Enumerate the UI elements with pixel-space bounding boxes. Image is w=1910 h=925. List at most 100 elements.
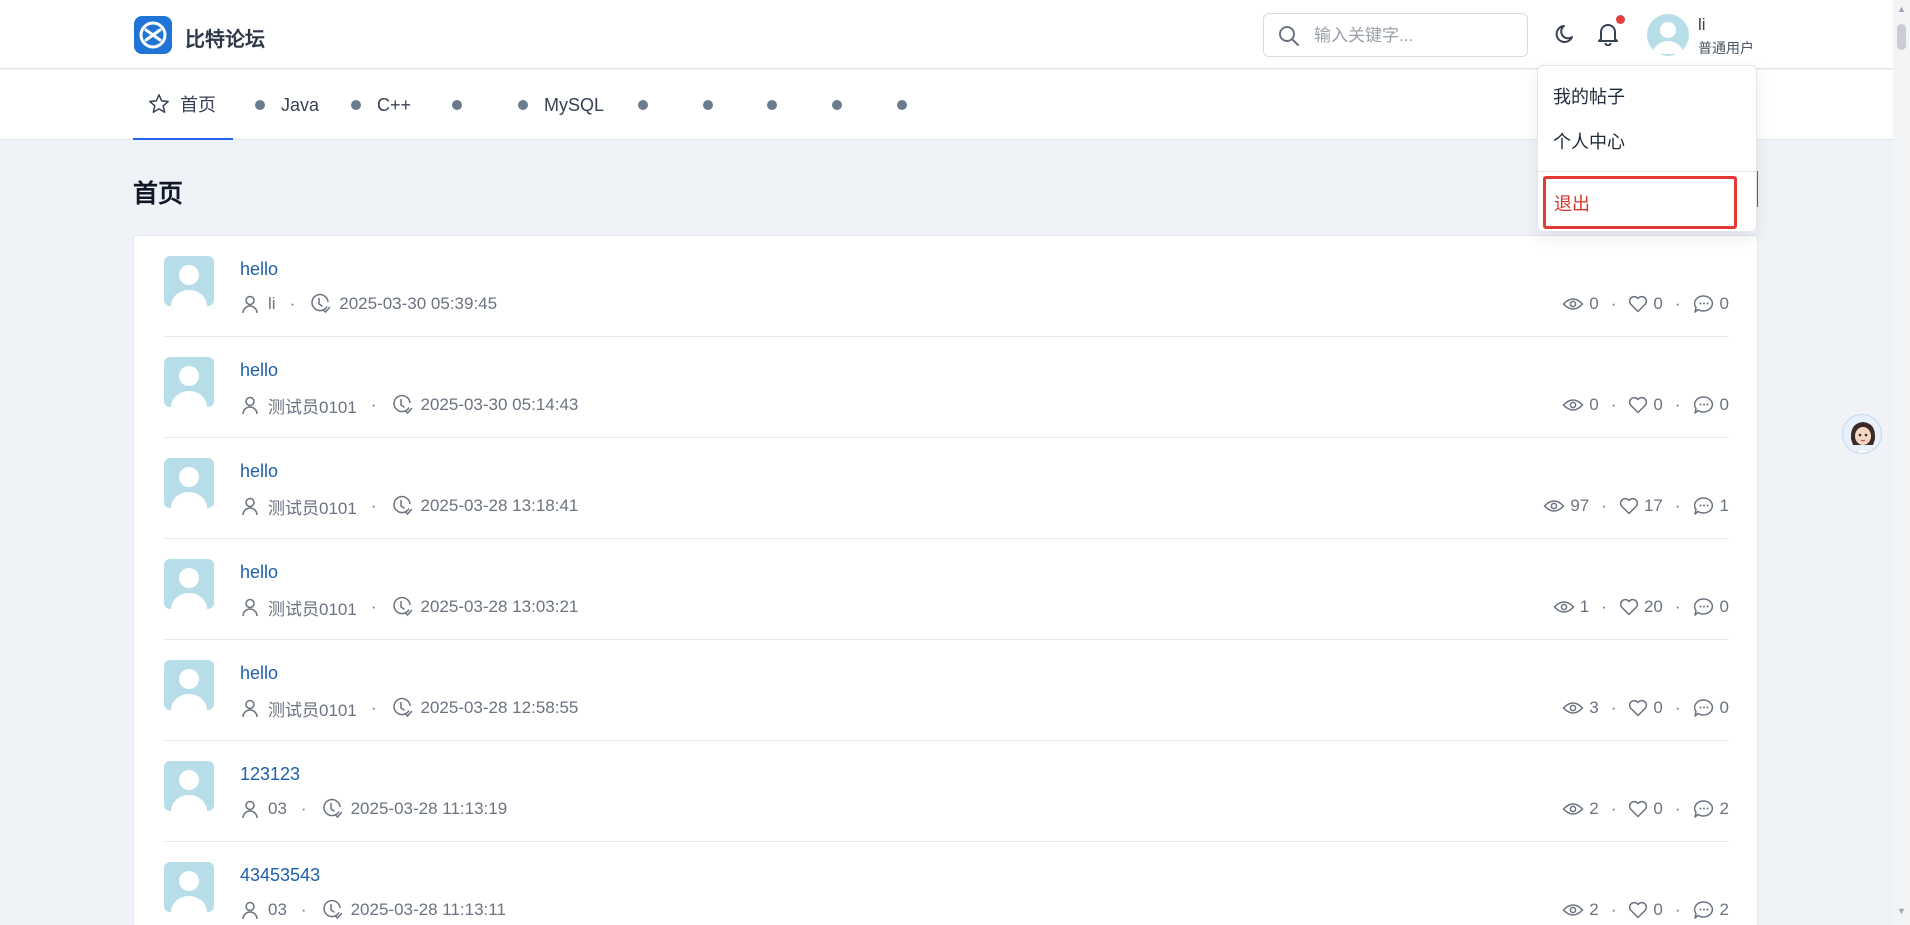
heart-icon[interactable] (1628, 396, 1648, 414)
dot-icon (351, 100, 361, 110)
dot-icon (255, 100, 265, 110)
heart-icon[interactable] (1628, 800, 1648, 818)
scroll-up-icon[interactable]: ▲ (1897, 4, 1906, 14)
comment-icon[interactable] (1693, 698, 1715, 718)
user-role: 普通用户 (1698, 40, 1754, 56)
forum-logo[interactable] (134, 16, 172, 54)
post-title[interactable]: 43453543 (240, 865, 320, 886)
comment-count: 0 (1719, 698, 1729, 717)
post-title[interactable]: 123123 (240, 764, 300, 785)
clock-icon (392, 394, 412, 415)
post-author[interactable]: li (268, 294, 276, 314)
author-avatar[interactable] (164, 761, 214, 811)
post-title[interactable]: hello (240, 562, 278, 583)
post-author[interactable]: 测试员0101 (268, 393, 357, 418)
user-icon (242, 497, 258, 516)
heart-icon[interactable] (1628, 901, 1648, 919)
scroll-down-icon[interactable]: ▼ (1897, 906, 1906, 916)
post-meta: 测试员0101 · 2025-03-28 13:03:21 (240, 595, 578, 619)
post-meta: 03 · 2025-03-28 11:13:19 (240, 797, 507, 821)
post-title[interactable]: hello (240, 461, 278, 482)
post-author[interactable]: 测试员0101 (268, 494, 357, 519)
post-item[interactable]: hello 测试员0101 · 2025-03-28 13:18:41 97 · (164, 438, 1729, 539)
post-item[interactable]: hello 测试员0101 · 2025-03-30 05:14:43 0 · (164, 337, 1729, 438)
assistant-avatar-button[interactable] (1842, 414, 1882, 454)
post-author[interactable]: 03 (268, 799, 287, 819)
heart-icon[interactable] (1619, 497, 1639, 515)
heart-icon[interactable] (1628, 295, 1648, 313)
view-count: 0 (1589, 294, 1599, 313)
menu-item-my-posts[interactable]: 我的帖子 (1553, 83, 1625, 109)
post-time: 2025-03-30 05:14:43 (420, 395, 579, 414)
dot-icon (832, 100, 842, 110)
author-avatar[interactable] (164, 559, 214, 609)
heart-icon[interactable] (1619, 598, 1639, 616)
search-input[interactable] (1314, 23, 1514, 49)
nav-tab-home[interactable]: 首页 (133, 70, 233, 140)
user-avatar[interactable] (1647, 14, 1689, 56)
nav-tab-4[interactable] (452, 70, 478, 140)
author-avatar[interactable] (164, 357, 214, 407)
nav-tab-label: MySQL (544, 94, 605, 115)
star-icon (149, 94, 169, 113)
comment-icon[interactable] (1693, 294, 1715, 314)
comment-count: 0 (1719, 395, 1729, 414)
post-title[interactable]: hello (240, 360, 278, 381)
user-icon (242, 396, 258, 415)
nav-tab-6[interactable] (638, 70, 664, 140)
author-avatar[interactable] (164, 458, 214, 508)
post-item[interactable]: hello 测试员0101 · 2025-03-28 12:58:55 3 · (164, 640, 1729, 741)
heart-icon[interactable] (1628, 699, 1648, 717)
author-avatar[interactable] (164, 862, 214, 912)
post-item[interactable]: hello 测试员0101 · 2025-03-28 13:03:21 1 · (164, 539, 1729, 640)
nav-tab-label: 首页 (180, 95, 216, 115)
comment-icon[interactable] (1693, 395, 1715, 415)
comment-count: 0 (1719, 294, 1729, 313)
view-count: 2 (1589, 900, 1599, 919)
post-item[interactable]: 123123 03 · 2025-03-28 11:13:19 2 · 0 · … (164, 741, 1729, 842)
post-title[interactable]: hello (240, 259, 278, 280)
post-author[interactable]: 03 (268, 900, 287, 920)
bell-icon[interactable] (1597, 22, 1619, 46)
nav-tab-label: C++ (377, 94, 412, 115)
moon-icon[interactable] (1555, 23, 1577, 45)
nav-tab-cpp[interactable]: C++ (351, 70, 411, 140)
like-count: 17 (1643, 496, 1663, 515)
post-author[interactable]: 测试员0101 (268, 696, 357, 721)
dot-icon (767, 100, 777, 110)
page-scrollbar[interactable] (1893, 0, 1910, 925)
eye-icon (1553, 601, 1575, 613)
post-item[interactable]: 43453543 03 · 2025-03-28 11:13:11 2 · 0 … (164, 842, 1729, 925)
menu-item-profile[interactable]: 个人中心 (1553, 128, 1625, 154)
post-time: 2025-03-28 13:03:21 (420, 597, 579, 616)
scrollbar-thumb[interactable] (1897, 24, 1906, 50)
menu-item-logout[interactable]: 退出 (1543, 176, 1737, 229)
post-stats: 0 · 0 · 0 (1562, 393, 1729, 417)
post-stats: 2 · 0 · 2 (1562, 898, 1729, 922)
nav-tab-mysql[interactable]: MySQL (518, 70, 604, 140)
comment-icon[interactable] (1693, 496, 1715, 516)
search-box[interactable] (1263, 13, 1528, 57)
author-avatar[interactable] (164, 660, 214, 710)
comment-count: 0 (1719, 597, 1729, 616)
view-count: 3 (1589, 698, 1599, 717)
post-meta: li · 2025-03-30 05:39:45 (240, 292, 497, 316)
nav-tab-8[interactable] (767, 70, 793, 140)
comment-icon[interactable] (1693, 900, 1715, 920)
post-title[interactable]: hello (240, 663, 278, 684)
brand-name[interactable]: 比特论坛 (185, 23, 265, 52)
post-author[interactable]: 测试员0101 (268, 595, 357, 620)
author-avatar[interactable] (164, 256, 214, 306)
comment-icon[interactable] (1693, 799, 1715, 819)
eye-icon (1543, 500, 1565, 512)
comment-icon[interactable] (1693, 597, 1715, 617)
user-name[interactable]: li (1698, 15, 1706, 35)
post-time: 2025-03-30 05:39:45 (339, 294, 498, 313)
clock-icon (322, 899, 342, 920)
user-icon (242, 699, 258, 718)
nav-tab-java[interactable]: Java (255, 70, 319, 140)
nav-tab-7[interactable] (703, 70, 729, 140)
post-item[interactable]: hello li · 2025-03-30 05:39:45 0 · 0 · 0 (164, 236, 1729, 337)
nav-tab-10[interactable] (897, 70, 923, 140)
nav-tab-9[interactable] (832, 70, 858, 140)
